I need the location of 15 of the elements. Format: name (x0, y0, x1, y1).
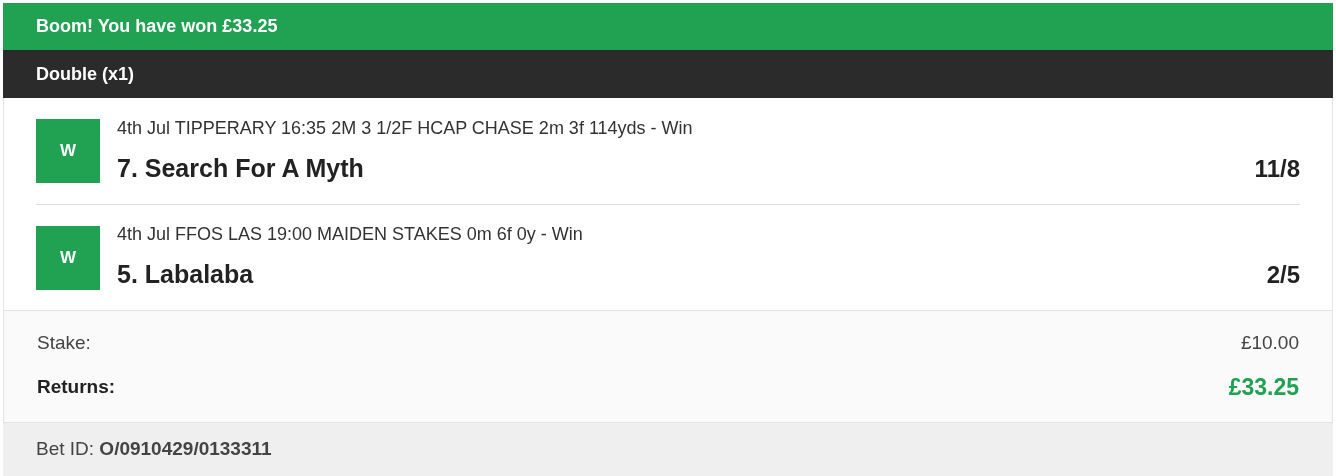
win-banner: Boom! You have won £33.25 (3, 3, 1333, 50)
stake-label: Stake: (37, 331, 91, 355)
returns-value: £33.25 (1228, 372, 1299, 402)
odds: 2/5 (1266, 260, 1300, 290)
selection-name: 5. Labalaba (117, 259, 254, 291)
bet-type-bar: Double (x1) (3, 50, 1333, 98)
bet-id: Bet ID: O/0910429/0133311 (36, 437, 272, 462)
result-badge: W (36, 119, 100, 183)
odds: 11/8 (1254, 153, 1300, 184)
stake-value: £10.00 (1240, 331, 1299, 355)
selection-name: 7. Search For A Myth (117, 152, 364, 184)
event-description: 4th Jul TIPPERARY 16:35 2M 3 1/2F HCAP CHASE 2m 3f 114yds - Win (117, 116, 694, 140)
result-badge: W (36, 225, 100, 290)
event-description: 4th Jul FFOS LAS 19:00 MAIDEN STAKES 0m 6f 0y - Win (117, 223, 584, 247)
returns-label: Returns: (37, 374, 116, 399)
